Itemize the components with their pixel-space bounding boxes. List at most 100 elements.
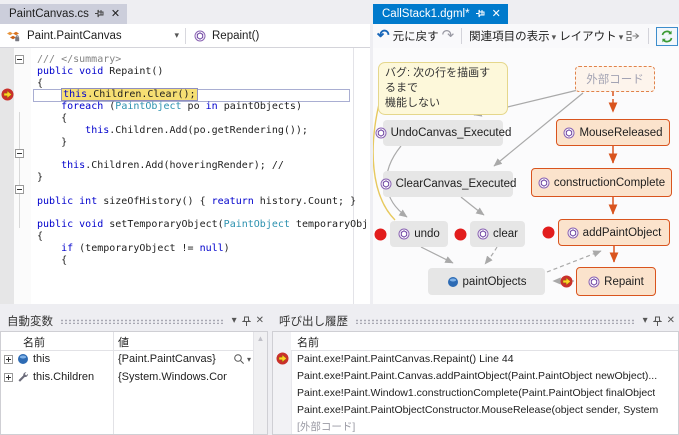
drag-grip[interactable] — [60, 319, 225, 324]
code-editor[interactable]: /// </summary>public void Repaint(){ thi… — [0, 48, 370, 304]
frame-text: Paint.exe!Paint.Window1.constructionComp… — [297, 387, 655, 399]
method-icon — [567, 227, 579, 239]
autos-scrollbar[interactable]: ▲ — [253, 332, 267, 434]
graph-edge — [485, 247, 497, 264]
field-icon — [17, 353, 29, 365]
code-line: if (temporaryObject != null) — [0, 243, 370, 255]
close-icon[interactable]: ✕ — [667, 316, 675, 326]
wrench-icon — [17, 371, 29, 383]
callstack-rows: Paint.exe!Paint.PaintCanvas.Repaint() Li… — [273, 350, 678, 434]
code-lines: /// </summary>public void Repaint(){ thi… — [0, 54, 370, 266]
method-icon — [380, 178, 392, 190]
callstack-row[interactable]: Paint.exe!Paint.PaintObjectConstructor.M… — [273, 401, 678, 418]
fold-collapse-icon[interactable] — [15, 149, 24, 158]
expand-icon[interactable] — [4, 355, 13, 364]
code-line: public int sizeOfHistory() { reaturn his… — [0, 196, 370, 208]
expand-icon[interactable] — [4, 373, 13, 382]
method-icon — [375, 127, 387, 139]
graph-node-undo[interactable]: undo — [390, 221, 448, 247]
field-icon — [447, 276, 459, 288]
autos-row[interactable]: this.Children{System.Windows.Controls — [1, 368, 267, 386]
drag-grip[interactable] — [355, 319, 636, 324]
node-label: constructionComplete — [554, 177, 665, 189]
visualizer-dropdown-icon[interactable]: ▾ — [247, 355, 251, 364]
callstack-row[interactable]: Paint.exe!Paint.Paint.Canvas.addPaintObj… — [273, 367, 678, 384]
member-dropdown[interactable]: Repaint() — [186, 24, 259, 47]
current-frame-icon — [273, 352, 291, 365]
variable-value: {System.Windows.Controls — [118, 371, 227, 383]
callstack-row[interactable]: Paint.exe!Paint.PaintCanvas.Repaint() Li… — [273, 350, 678, 367]
variable-value: {Paint.PaintCanvas} — [118, 353, 227, 365]
chevron-down-icon: ▾ — [552, 32, 557, 42]
dgml-graph-pane: CallStack1.dgml* ✕ ↶ 元に戻す ↷ 関連項目の表示▾ レイア… — [373, 0, 679, 304]
code-line: } — [0, 172, 370, 184]
close-icon[interactable]: ✕ — [492, 9, 501, 20]
column-name: 名前 — [23, 334, 45, 350]
graph-node-clearcanvas_executed[interactable]: ClearCanvas_Executed — [383, 171, 513, 197]
method-icon — [563, 127, 575, 139]
graph-node-paintobjects[interactable]: paintObjects — [428, 268, 545, 295]
method-icon — [194, 30, 206, 42]
undo-button[interactable]: 元に戻す — [393, 28, 439, 44]
show-related-button[interactable]: 関連項目の表示▾ — [469, 28, 556, 44]
pin-icon[interactable] — [95, 9, 105, 19]
scroll-up-icon[interactable]: ▲ — [257, 334, 265, 343]
code-line: public void setTemporaryObject(PaintObje… — [0, 219, 370, 231]
callstack-row[interactable]: [外部コード] — [273, 418, 678, 435]
graph-node-repaint[interactable]: Repaint — [576, 267, 656, 296]
type-name: Paint.PaintCanvas — [27, 30, 122, 42]
fold-collapse-icon[interactable] — [15, 55, 24, 64]
graph-node-[interactable]: 外部コード — [575, 66, 655, 92]
column-name: 名前 — [297, 334, 319, 350]
graph-node-addpaintobject[interactable]: addPaintObject — [558, 219, 670, 246]
layout-direction-icon[interactable] — [626, 30, 641, 42]
code-line: public void Repaint() — [0, 66, 370, 78]
graph-node-clear[interactable]: clear — [470, 221, 525, 247]
frame-text: Paint.exe!Paint.PaintCanvas.Repaint() Li… — [297, 353, 514, 365]
redo-icon[interactable]: ↷ — [442, 29, 455, 43]
node-label: UndoCanvas_Executed — [391, 127, 512, 139]
node-label: MouseReleased — [579, 127, 662, 139]
callstack-body: 名前 Paint.exe!Paint.PaintCanvas.Repaint()… — [272, 331, 679, 435]
close-icon[interactable]: ✕ — [111, 9, 120, 20]
pin-icon[interactable] — [653, 316, 662, 327]
undo-icon[interactable]: ↶ — [377, 29, 390, 43]
breakpoint-current-line-icon[interactable] — [1, 88, 14, 101]
graph-node-undocanvas_executed[interactable]: UndoCanvas_Executed — [383, 120, 503, 146]
method-icon — [588, 276, 600, 288]
graph-canvas[interactable]: バグ: 次の行を描画するまで 機能しない 外部コード UndoCanvas_Exe… — [373, 48, 679, 304]
variable-name: this — [33, 353, 50, 365]
window-menu-icon[interactable]: ▾ — [643, 316, 648, 326]
bug-annotation-note[interactable]: バグ: 次の行を描画するまで 機能しない — [378, 62, 508, 115]
autos-row[interactable]: this {Paint.PaintCanvas} ▾ — [1, 350, 267, 368]
window-menu-icon[interactable]: ▾ — [232, 316, 237, 326]
autos-body: 名前 値 this {Paint.PaintCanvas} ▾ this.Childr… — [0, 331, 268, 435]
editor-tabstrip: PaintCanvas.cs ✕ — [0, 0, 371, 24]
frame-text: Paint.exe!Paint.PaintObjectConstructor.M… — [297, 404, 658, 416]
panel-title: 自動変数 — [7, 313, 53, 329]
refresh-button[interactable] — [656, 27, 678, 46]
graph-node-constructioncomplete[interactable]: constructionComplete — [531, 168, 672, 197]
magnifier-icon[interactable] — [233, 353, 245, 365]
fold-collapse-icon[interactable] — [15, 185, 24, 194]
callstack-row[interactable]: Paint.exe!Paint.Window1.constructionComp… — [273, 384, 678, 401]
graph-edge — [421, 247, 453, 263]
code-line: { — [0, 113, 370, 125]
breakpoint-icon — [542, 226, 555, 239]
graph-node-mousereleased[interactable]: MouseReleased — [556, 119, 670, 146]
tab-callstack1-dgml[interactable]: CallStack1.dgml* ✕ — [373, 4, 508, 24]
column-value: 値 — [118, 334, 129, 350]
code-line: this.Children.Add(hoveringRender); // — [0, 160, 370, 172]
tab-paintcanvas-cs[interactable]: PaintCanvas.cs ✕ — [0, 4, 127, 24]
node-label: Repaint — [604, 276, 644, 288]
editor-navigation-bar: Paint.PaintCanvas ▾ Repaint() — [0, 24, 370, 48]
pin-icon[interactable] — [476, 9, 486, 19]
graph-edge — [461, 197, 484, 215]
callstack-panel: 呼び出し履歴 ▾ ✕ 名前 Paint.exe!Paint.PaintCanva… — [272, 311, 679, 435]
close-icon[interactable]: ✕ — [256, 316, 264, 326]
code-line: } — [0, 137, 370, 149]
layout-button[interactable]: レイアウト▾ — [559, 28, 623, 44]
type-dropdown[interactable]: Paint.PaintCanvas ▾ — [0, 24, 185, 47]
pin-icon[interactable] — [242, 316, 251, 327]
breakpoint-icon — [454, 228, 467, 241]
